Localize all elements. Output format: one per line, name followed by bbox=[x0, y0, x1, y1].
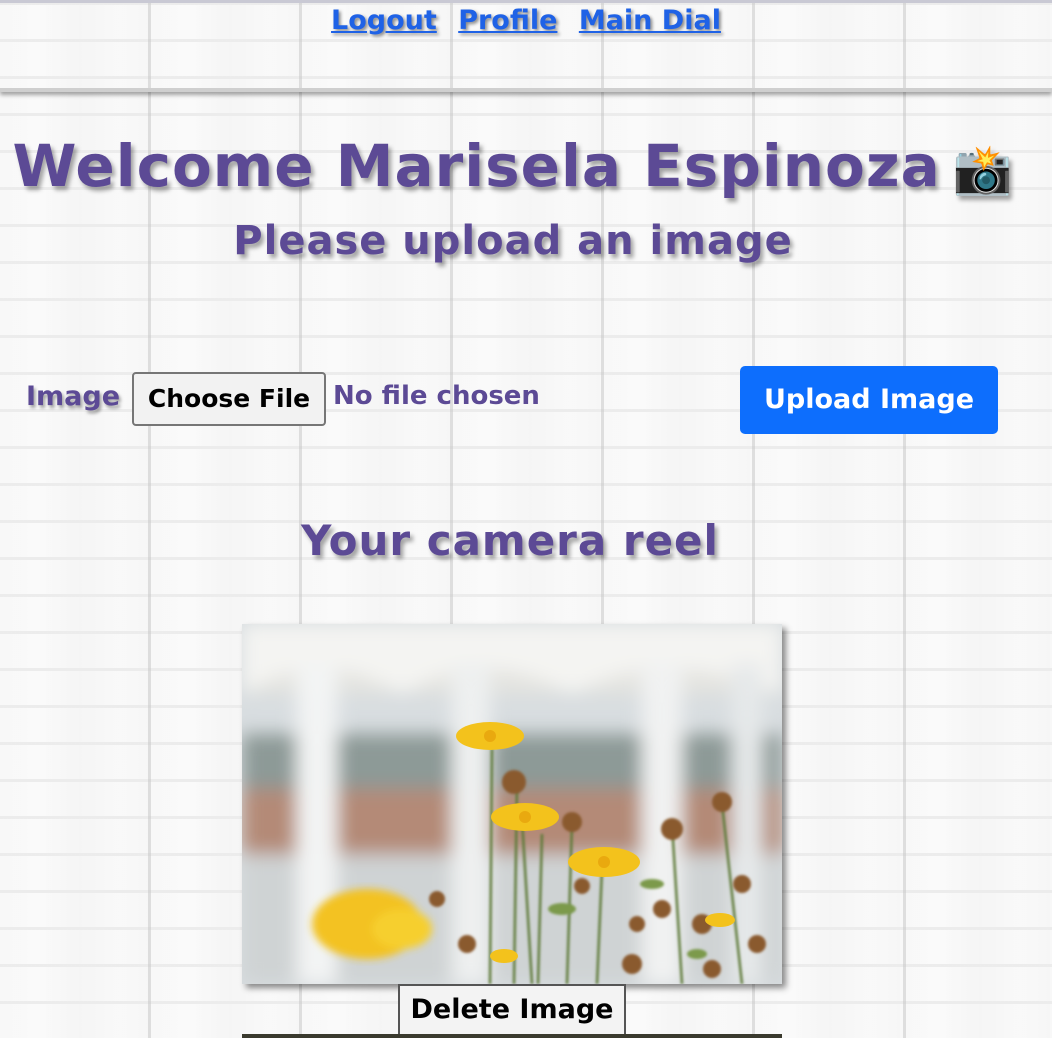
main-dial-link[interactable]: Main Dial bbox=[579, 5, 721, 36]
welcome-title: Welcome Marisela Espinoza 📸 bbox=[0, 132, 1026, 200]
file-status-text: No file chosen bbox=[333, 381, 540, 411]
delete-image-button[interactable]: Delete Image bbox=[398, 984, 626, 1036]
welcome-text: Welcome Marisela Espinoza bbox=[12, 132, 941, 200]
next-photo-edge bbox=[242, 1034, 782, 1038]
yellow-flowers-photo bbox=[242, 624, 782, 984]
choose-file-button[interactable]: Choose File bbox=[132, 372, 326, 426]
upload-form: Image Choose File No file chosen Upload … bbox=[26, 366, 1001, 436]
upload-subtitle: Please upload an image bbox=[233, 218, 793, 264]
image-field-label: Image bbox=[26, 381, 121, 412]
profile-link[interactable]: Profile bbox=[458, 5, 557, 36]
camera-flash-icon: 📸 bbox=[952, 142, 1014, 198]
reel-photo bbox=[242, 624, 782, 984]
upload-image-button[interactable]: Upload Image bbox=[740, 366, 998, 434]
logout-link[interactable]: Logout bbox=[331, 5, 437, 36]
nav-links: Logout Profile Main Dial bbox=[0, 5, 1052, 36]
camera-reel-heading: Your camera reel bbox=[301, 516, 719, 565]
top-nav: Logout Profile Main Dial bbox=[0, 0, 1052, 92]
